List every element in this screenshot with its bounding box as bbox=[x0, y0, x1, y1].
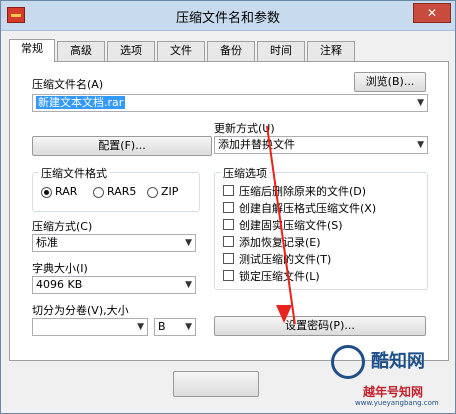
tab-files[interactable]: 文件 bbox=[157, 41, 205, 61]
radio-rar[interactable] bbox=[41, 187, 52, 198]
option-solid: 创建固实压缩文件(S) bbox=[239, 219, 343, 232]
compression-method-label: 压缩方式(C) bbox=[32, 220, 93, 233]
split-unit-select[interactable]: B ▼ bbox=[154, 318, 196, 336]
archive-name-input[interactable]: 新建文本文档.rar ▼ bbox=[32, 94, 428, 112]
checkbox-sfx[interactable] bbox=[223, 202, 234, 213]
tab-time[interactable]: 时间 bbox=[257, 41, 305, 61]
dictionary-size-value: 4096 KB bbox=[36, 278, 83, 291]
watermark-url: www.yueyangbang.com bbox=[355, 399, 439, 407]
format-group: 压缩文件格式 RAR RAR5 ZIP bbox=[32, 165, 200, 212]
update-mode-value: 添加并替换文件 bbox=[218, 138, 295, 151]
chevron-down-icon: ▼ bbox=[137, 322, 144, 332]
close-icon: ✕ bbox=[426, 6, 438, 20]
checkbox-lock[interactable] bbox=[223, 270, 234, 281]
checkbox-test[interactable] bbox=[223, 253, 234, 264]
watermark-ring-icon bbox=[331, 345, 365, 379]
option-sfx: 创建自解压格式压缩文件(X) bbox=[239, 202, 377, 215]
general-panel: 压缩文件名(A) 浏览(B)... 新建文本文档.rar ▼ 配置(F)... … bbox=[9, 61, 449, 361]
archive-name-value: 新建文本文档.rar bbox=[36, 96, 126, 109]
title-bar: 压缩文件名和参数 ✕ bbox=[1, 1, 455, 31]
ok-button[interactable] bbox=[173, 371, 259, 397]
watermark-sub: 越年号知网 bbox=[363, 385, 424, 399]
tab-options[interactable]: 选项 bbox=[107, 41, 155, 61]
radio-rar5[interactable] bbox=[93, 187, 104, 198]
option-lock: 锁定压缩文件(L) bbox=[239, 270, 320, 283]
radio-rar-label: RAR bbox=[55, 185, 78, 198]
radio-rar5-label: RAR5 bbox=[107, 185, 137, 198]
arrow-head-icon bbox=[276, 305, 292, 323]
checkbox-recovery[interactable] bbox=[223, 236, 234, 247]
watermark-brand: 酷知网 bbox=[371, 351, 425, 372]
tab-comment[interactable]: 注释 bbox=[307, 41, 355, 61]
split-unit-value: B bbox=[158, 320, 166, 333]
chevron-down-icon: ▼ bbox=[417, 140, 424, 150]
radio-zip-label: ZIP bbox=[161, 185, 179, 198]
dictionary-size-label: 字典大小(I) bbox=[32, 262, 88, 275]
chevron-down-icon: ▼ bbox=[185, 238, 192, 248]
dictionary-size-select[interactable]: 4096 KB ▼ bbox=[32, 276, 196, 294]
compression-method-value: 标准 bbox=[36, 236, 58, 249]
archive-name-label: 压缩文件名(A) bbox=[32, 78, 104, 91]
chevron-down-icon: ▼ bbox=[185, 322, 192, 332]
checkbox-delete-after[interactable] bbox=[223, 185, 234, 196]
browse-button[interactable]: 浏览(B)... bbox=[354, 72, 426, 92]
split-volume-label: 切分为分卷(V),大小 bbox=[32, 304, 129, 317]
profiles-button[interactable]: 配置(F)... bbox=[32, 136, 212, 156]
chevron-down-icon: ▼ bbox=[185, 280, 192, 290]
window-title: 压缩文件名和参数 bbox=[175, 11, 280, 26]
archiving-options-title: 压缩选项 bbox=[221, 165, 269, 181]
tab-backup[interactable]: 备份 bbox=[207, 41, 255, 61]
tab-general[interactable]: 常规 bbox=[9, 39, 55, 62]
format-group-title: 压缩文件格式 bbox=[39, 165, 109, 181]
option-recovery: 添加恢复记录(E) bbox=[239, 236, 321, 249]
checkbox-solid[interactable] bbox=[223, 219, 234, 230]
update-mode-select[interactable]: 添加并替换文件 ▼ bbox=[214, 136, 428, 154]
chevron-down-icon: ▼ bbox=[417, 98, 424, 108]
radio-zip[interactable] bbox=[147, 187, 158, 198]
tab-advanced[interactable]: 高级 bbox=[57, 41, 105, 61]
split-size-input[interactable]: ▼ bbox=[32, 318, 148, 336]
watermark-logo: 酷知网 越年号知网 www.yueyangbang.com bbox=[301, 339, 451, 409]
set-password-button[interactable]: 设置密码(P)... bbox=[214, 316, 426, 336]
dialog-window: 压缩文件名和参数 ✕ 常规 高级 选项 文件 备份 时间 注释 压缩文件名(A)… bbox=[0, 0, 456, 414]
archiving-options-group: 压缩选项 压缩后删除原来的文件(D) 创建自解压格式压缩文件(X) 创建固实压缩… bbox=[214, 165, 428, 290]
tab-bar: 常规 高级 选项 文件 备份 时间 注释 bbox=[9, 39, 449, 62]
option-delete-after: 压缩后删除原来的文件(D) bbox=[239, 185, 367, 198]
compression-method-select[interactable]: 标准 ▼ bbox=[32, 234, 196, 252]
close-button[interactable]: ✕ bbox=[413, 3, 451, 23]
